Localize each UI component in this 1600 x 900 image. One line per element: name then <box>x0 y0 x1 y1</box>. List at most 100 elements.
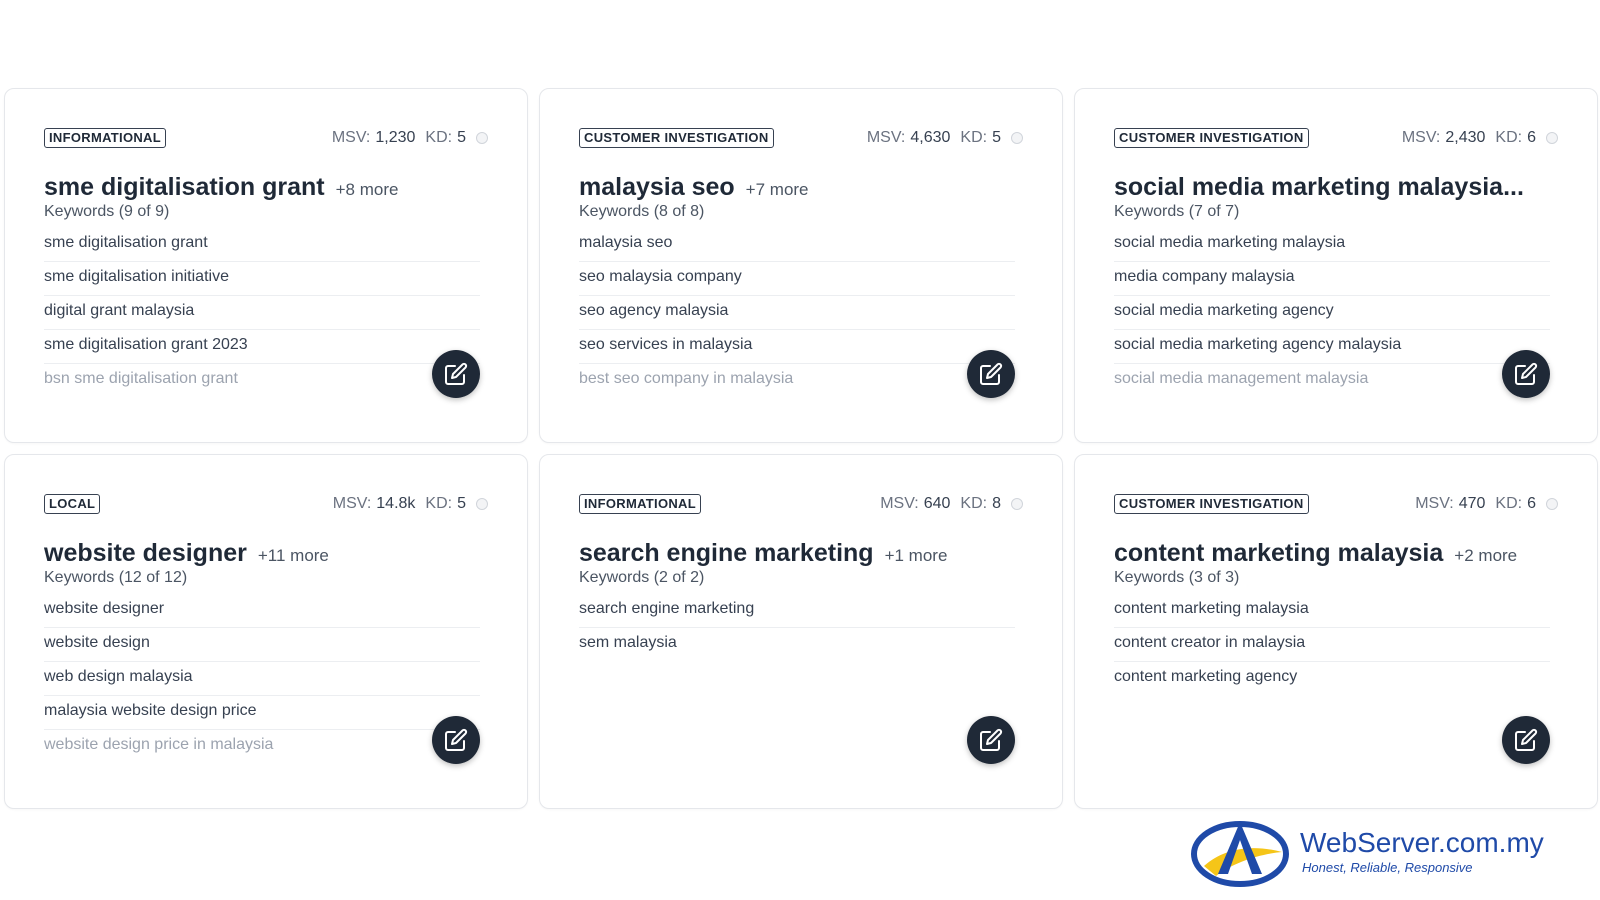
logo-peak <box>1218 822 1262 874</box>
keyword-list: social media marketing malaysia media co… <box>1114 228 1550 398</box>
msv-value: 14.8k <box>376 495 416 512</box>
keyword-list: website designer website design web desi… <box>44 594 480 764</box>
edit-button[interactable] <box>432 716 480 764</box>
keyword-item: sme digitalisation grant 2023 <box>44 330 480 364</box>
intent-badge: INFORMATIONAL <box>44 128 166 148</box>
edit-pencil-icon <box>1515 728 1538 751</box>
keyword-item: best seo company in malaysia <box>579 370 794 387</box>
keyword-item: website design price in malaysia <box>44 736 274 753</box>
edit-pencil-icon <box>1515 362 1538 385</box>
edit-pencil-icon <box>980 728 1003 751</box>
edit-button[interactable] <box>967 716 1015 764</box>
status-dot-icon <box>1546 498 1558 510</box>
intent-badge: CUSTOMER INVESTIGATION <box>1114 128 1309 148</box>
keyword-item: sme digitalisation grant <box>44 228 480 262</box>
keyword-item: search engine marketing <box>579 594 1015 628</box>
keyword-list: sme digitalisation grant sme digitalisat… <box>44 228 480 398</box>
keyword-item: media company malaysia <box>1114 262 1550 296</box>
keyword-item: website design <box>44 628 480 662</box>
keyword-list: search engine marketing sem malaysia <box>579 594 1015 662</box>
keyword-cluster-card: CUSTOMER INVESTIGATION MSV: 470 KD: 6 co… <box>1074 454 1598 809</box>
more-keywords-link[interactable]: +7 more <box>746 180 809 200</box>
kd-label: KD: <box>1495 129 1523 146</box>
keyword-cluster-card: INFORMATIONAL MSV: 1,230 KD: 5 sme digit… <box>4 88 528 443</box>
card-header: INFORMATIONAL MSV: 640 KD: 8 <box>579 494 1023 514</box>
keyword-item: web design malaysia <box>44 662 480 696</box>
logo-tagline: Honest, Reliable, Responsive <box>1302 860 1473 875</box>
kd-label: KD: <box>960 495 988 512</box>
msv-label: MSV: <box>880 495 919 512</box>
msv-value: 4,630 <box>910 129 951 146</box>
keyword-item: social media marketing agency <box>1114 296 1550 330</box>
metrics: MSV: 14.8k KD: 5 <box>333 495 488 513</box>
keyword-cluster-card: INFORMATIONAL MSV: 640 KD: 8 search engi… <box>539 454 1063 809</box>
keyword-item: social media management malaysia <box>1114 370 1369 387</box>
status-dot-icon <box>1546 132 1558 144</box>
kd-value: 5 <box>457 129 466 146</box>
status-dot-icon <box>1011 132 1023 144</box>
kd-value: 6 <box>1527 129 1536 146</box>
cluster-title-row: sme digitalisation grant +8 more <box>44 173 398 202</box>
keyword-item: seo malaysia company <box>579 262 1015 296</box>
edit-button[interactable] <box>967 350 1015 398</box>
msv-value: 640 <box>923 495 951 512</box>
intent-badge: CUSTOMER INVESTIGATION <box>579 128 774 148</box>
edit-button[interactable] <box>1502 350 1550 398</box>
keyword-count: Keywords (8 of 8) <box>579 203 705 220</box>
edit-pencil-icon <box>980 362 1003 385</box>
intent-badge: LOCAL <box>44 494 101 514</box>
keyword-item: sme digitalisation initiative <box>44 262 480 296</box>
kd-value: 5 <box>457 495 466 512</box>
more-keywords-link[interactable]: +1 more <box>885 546 948 566</box>
status-dot-icon <box>1011 498 1023 510</box>
keyword-count: Keywords (7 of 7) <box>1114 203 1240 220</box>
card-header: CUSTOMER INVESTIGATION MSV: 470 KD: 6 <box>1114 494 1558 514</box>
keyword-cluster-card: CUSTOMER INVESTIGATION MSV: 4,630 KD: 5 … <box>539 88 1063 443</box>
cluster-title: social media marketing malaysia... <box>1114 173 1524 201</box>
status-dot-icon <box>476 498 488 510</box>
msv-label: MSV: <box>331 129 371 146</box>
metrics: MSV: 2,430 KD: 6 <box>1402 129 1558 147</box>
cluster-title: content marketing malaysia <box>1114 539 1444 567</box>
keyword-cluster-grid: INFORMATIONAL MSV: 1,230 KD: 5 sme digit… <box>4 88 1598 809</box>
kd-value: 8 <box>992 495 1001 512</box>
keyword-item: content creator in malaysia <box>1114 628 1550 662</box>
card-header: CUSTOMER INVESTIGATION MSV: 2,430 KD: 6 <box>1114 128 1558 148</box>
keyword-cluster-card: CUSTOMER INVESTIGATION MSV: 2,430 KD: 6 … <box>1074 88 1598 443</box>
kd-label: KD: <box>1495 495 1523 512</box>
msv-label: MSV: <box>866 129 906 146</box>
msv-value: 2,430 <box>1445 129 1486 146</box>
keyword-item: website designer <box>44 594 480 628</box>
metrics: MSV: 1,230 KD: 5 <box>332 129 488 147</box>
edit-button[interactable] <box>1502 716 1550 764</box>
webserver-logo: WebServer.com.my Honest, Reliable, Respo… <box>1191 821 1544 887</box>
more-keywords-link[interactable]: +11 more <box>258 546 329 566</box>
keyword-list: content marketing malaysia content creat… <box>1114 594 1550 696</box>
kd-value: 5 <box>992 129 1001 146</box>
cluster-title-row: social media marketing malaysia... <box>1114 173 1535 202</box>
msv-label: MSV: <box>1415 495 1454 512</box>
cluster-title-row: malaysia seo +7 more <box>579 173 809 202</box>
status-dot-icon <box>476 132 488 144</box>
card-header: INFORMATIONAL MSV: 1,230 KD: 5 <box>44 128 488 148</box>
keyword-item: malaysia website design price <box>44 696 480 730</box>
kd-label: KD: <box>960 129 988 146</box>
cluster-title: search engine marketing <box>579 539 874 567</box>
kd-label: KD: <box>425 129 453 146</box>
keyword-item: content marketing agency <box>1114 668 1298 685</box>
keyword-count: Keywords (3 of 3) <box>1114 569 1240 586</box>
more-keywords-link[interactable]: +8 more <box>336 180 399 200</box>
cluster-title: website designer <box>44 539 247 567</box>
edit-pencil-icon <box>445 362 468 385</box>
edit-button[interactable] <box>432 350 480 398</box>
keyword-item: seo agency malaysia <box>579 296 1015 330</box>
metrics: MSV: 470 KD: 6 <box>1415 495 1558 513</box>
msv-value: 470 <box>1458 495 1486 512</box>
more-keywords-link[interactable]: +2 more <box>1454 546 1517 566</box>
keyword-item: content marketing malaysia <box>1114 594 1550 628</box>
logo-wordmark: WebServer.com.my <box>1300 827 1544 858</box>
cluster-title-row: search engine marketing +1 more <box>579 539 947 568</box>
cluster-title-row: content marketing malaysia +2 more <box>1114 539 1517 568</box>
keyword-list: malaysia seo seo malaysia company seo ag… <box>579 228 1015 398</box>
cluster-title-row: website designer +11 more <box>44 539 329 568</box>
